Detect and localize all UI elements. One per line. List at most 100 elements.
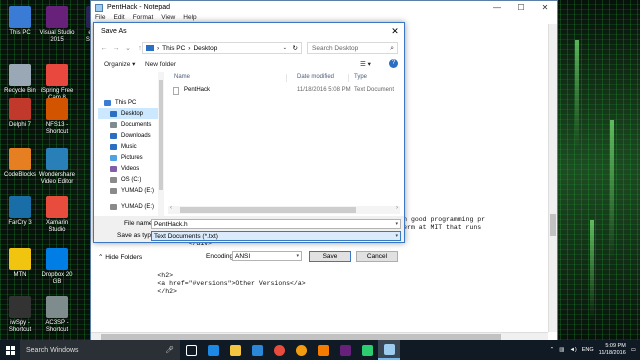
navigation-scrollbar[interactable] [158, 72, 164, 216]
desktop-icon-delphi[interactable]: Delphi 7 [0, 98, 40, 129]
clock[interactable]: 5:09 PM 11/18/2016 [599, 343, 626, 357]
taskbar-search[interactable]: Search Windows 🎤︎ [20, 340, 180, 360]
desktop-icon-recycle-bin[interactable]: Recycle Bin [0, 64, 40, 95]
cancel-button[interactable]: Cancel [356, 251, 398, 262]
desktop-icon-label: Xamarin Studio [45, 220, 69, 233]
desktop-icon-label: Visual Studio 2015 [39, 30, 75, 43]
nav-item-videos[interactable]: Videos [98, 163, 160, 174]
recent-dropdown-icon[interactable]: ⌄ [122, 44, 134, 52]
desktop-icon-visual-studio[interactable]: Visual Studio 2015 [37, 6, 77, 44]
desktop-icon-dropbox[interactable]: Dropbox 20 GB [37, 248, 77, 286]
taskbar-vlc-button[interactable] [312, 340, 334, 360]
desktop-icon-iwspy[interactable]: iwSpy - Shortcut [0, 296, 40, 334]
chevron-down-icon: ▾ [296, 253, 299, 259]
scroll-left-icon[interactable]: ‹ [170, 205, 172, 211]
delphi-icon [9, 98, 31, 120]
nav-item-music[interactable]: Music [98, 141, 160, 152]
close-button[interactable]: ✕ [533, 1, 557, 14]
save-type-value: Text Documents (*.txt) [154, 233, 218, 240]
encoding-value: ANSI [235, 253, 251, 260]
column-date-modified[interactable]: Date modified [297, 72, 334, 83]
encoding-select[interactable]: ANSI ▾ [232, 251, 302, 261]
desktop-icon-farcry[interactable]: FarCry 3 [0, 196, 40, 227]
notifications-icon[interactable]: ▭ [631, 347, 636, 353]
taskbar-file-explorer-button[interactable] [224, 340, 246, 360]
language-indicator[interactable]: ENG [582, 347, 594, 353]
address-bar[interactable]: › This PC › Desktop ⌄ ↻ [142, 42, 302, 54]
drive-icon [110, 203, 117, 210]
nav-item-label: Pictures [121, 154, 143, 161]
desktop-icon-ispring[interactable]: iSpring Free Cam 8 [37, 64, 77, 102]
back-arrow-icon[interactable]: ← [98, 45, 110, 52]
file-name-input[interactable]: PentHack.h ▾ [151, 219, 401, 229]
save-type-select[interactable]: Text Documents (*.txt) ▾ [151, 231, 401, 241]
minimize-button[interactable]: — [485, 1, 509, 14]
hide-folders-toggle[interactable]: ⌃ Hide Folders [98, 253, 142, 261]
column-type[interactable]: Type [354, 72, 367, 83]
desktop-icon-label: Recycle Bin [4, 88, 36, 94]
taskbar-chrome-button[interactable] [268, 340, 290, 360]
desktop-icon-computer[interactable]: This PC [0, 6, 40, 37]
address-dropdown-icon[interactable]: ⌄ [283, 45, 287, 51]
column-name[interactable]: Name [174, 72, 190, 83]
navigation-pane: This PC Desktop Documents Downloads Music Pic… [98, 72, 164, 216]
taskbar-task-view-button[interactable] [180, 340, 202, 360]
network-icon[interactable]: ▥ [559, 347, 564, 353]
vertical-scrollbar[interactable] [548, 24, 557, 332]
desktop-icon-nfs[interactable]: NFS13 - Shortcut [37, 98, 77, 136]
desktop-icon-video-editor[interactable]: Wondershare Video Editor [37, 148, 77, 186]
nav-item-yumad-e[interactable]: YUMAD (E:) [98, 201, 160, 212]
maximize-button[interactable]: ☐ [509, 1, 533, 14]
taskbar-notepad-button[interactable] [378, 340, 400, 360]
drive-icon [110, 187, 117, 194]
search-input[interactable]: Search Desktop ⌕ [307, 42, 398, 54]
nav-item-label: Documents [121, 121, 152, 128]
taskbar-store-button[interactable] [246, 340, 268, 360]
desktop-icon-label: CodeBlocks [3, 172, 36, 178]
desktop-icon-codeblocks[interactable]: CodeBlocks [0, 148, 40, 179]
nav-item-os-c[interactable]: OS (C:) [98, 174, 160, 185]
breadcrumb-this-pc[interactable]: This PC [162, 45, 185, 52]
save-button[interactable]: Save [309, 251, 351, 262]
notepad-icon [95, 3, 103, 12]
encoding-label: Encoding: [206, 253, 235, 260]
notepad-title: PentHack - Notepad [107, 4, 171, 11]
save-options-pane: File name: PentHack.h ▾ Save as type: Te… [94, 216, 404, 262]
chevron-up-icon[interactable]: ⌃ [550, 347, 555, 353]
breadcrumb-desktop[interactable]: Desktop [193, 45, 217, 52]
scroll-right-icon[interactable]: › [396, 205, 398, 211]
desktop-icon-label: MTN [13, 272, 27, 278]
app-icon [361, 344, 373, 356]
file-list-scrollbar[interactable]: ‹ › [168, 205, 400, 214]
address-toolbar: ← → ⌄ ↑ › This PC › Desktop ⌄ ↻ Search D… [98, 41, 400, 55]
nav-item-downloads[interactable]: Downloads [98, 130, 160, 141]
volume-icon[interactable]: ◄) [569, 347, 576, 353]
dialog-close-button[interactable]: ✕ [388, 25, 402, 37]
view-options-icon[interactable]: ☰ ▾ [360, 60, 371, 68]
taskbar-app-button[interactable] [356, 340, 378, 360]
start-button[interactable] [0, 340, 20, 360]
forward-arrow-icon[interactable]: → [110, 45, 122, 52]
taskbar-edge-button[interactable] [202, 340, 224, 360]
help-button[interactable]: ? [389, 59, 398, 68]
new-folder-button[interactable]: New folder [145, 61, 176, 68]
search-placeholder: Search Desktop [312, 45, 359, 52]
desktop-icon-xamarin[interactable]: Xamarin Studio [37, 196, 77, 234]
nav-item-documents[interactable]: Documents [98, 119, 160, 130]
desktop-icon-mtn[interactable]: MTN [0, 248, 40, 279]
nav-item-pictures[interactable]: Pictures [98, 152, 160, 163]
file-row[interactable]: PentHack 11/18/2016 5:08 PM Text Documen… [168, 85, 400, 96]
file-type: Text Document [354, 87, 395, 93]
refresh-icon[interactable]: ↻ [293, 44, 298, 52]
edge-icon [207, 344, 219, 356]
nav-item-desktop[interactable]: Desktop [98, 108, 160, 119]
nav-item-this-pc[interactable]: This PC [98, 97, 160, 108]
dialog-title: Save As [101, 28, 127, 35]
taskbar-visual-studio-button[interactable] [334, 340, 356, 360]
chrome-icon [273, 344, 285, 356]
organize-button[interactable]: Organize ▾ [104, 60, 135, 68]
desktop-icon-ac3[interactable]: AC3SP - Shortcut [37, 296, 77, 334]
nav-item-label: Music [121, 143, 137, 150]
nav-item-yumad-e[interactable]: YUMAD (E:) [98, 185, 160, 196]
taskbar-firefox-button[interactable] [290, 340, 312, 360]
